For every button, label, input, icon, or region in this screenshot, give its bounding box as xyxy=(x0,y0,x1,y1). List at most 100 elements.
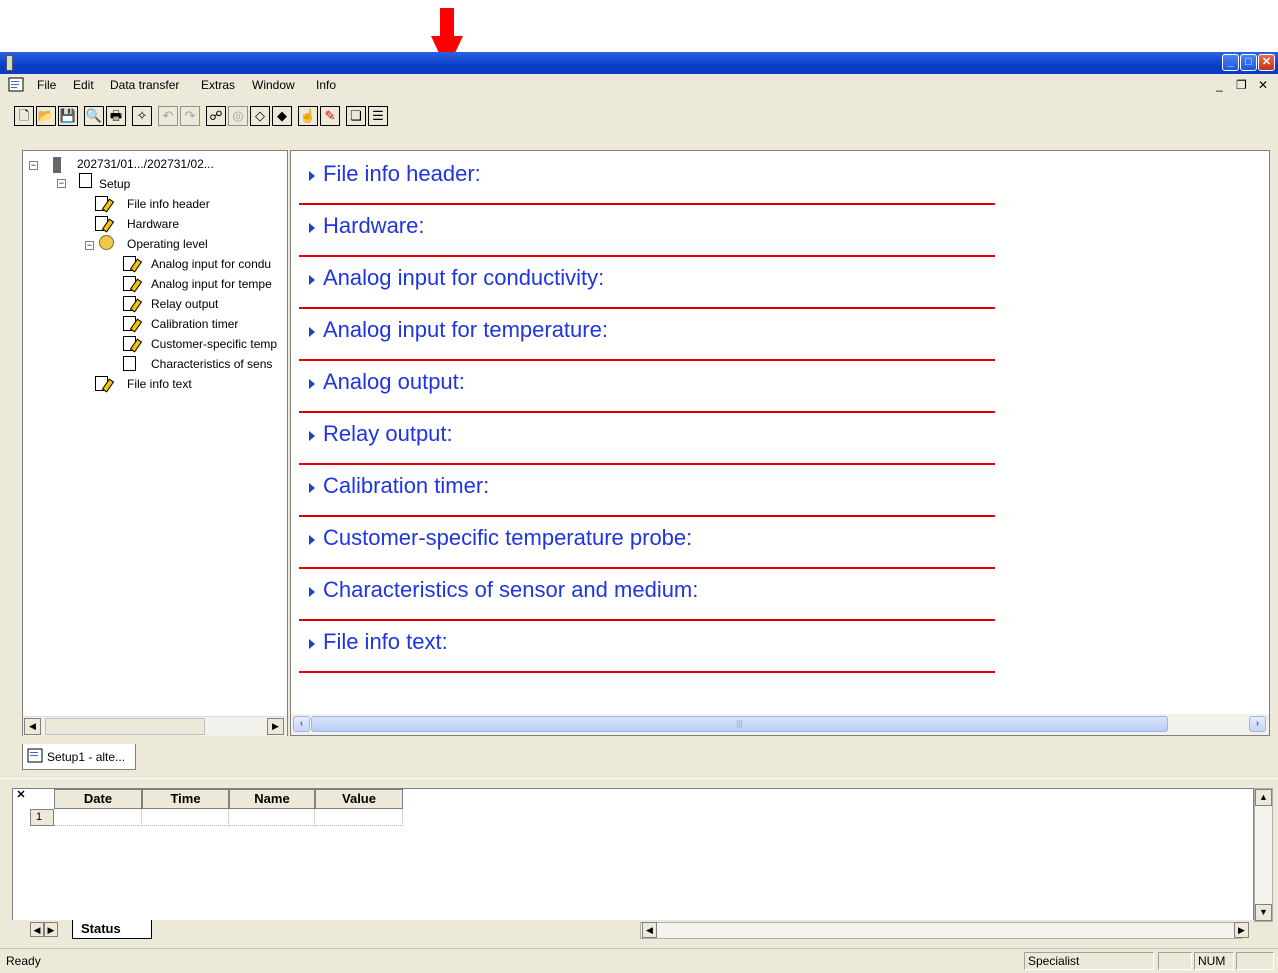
scroll-right-arrow-icon[interactable]: ▶ xyxy=(1234,922,1249,938)
section-relay-output[interactable]: Relay output: xyxy=(299,411,995,465)
section-analog-input-temperature[interactable]: Analog input for temperature: xyxy=(299,307,995,361)
table-cell[interactable] xyxy=(142,809,229,826)
menu-extras[interactable]: Extras xyxy=(201,78,235,92)
scroll-thumb[interactable]: ||| xyxy=(311,716,1168,732)
scroll-left-arrow-icon[interactable]: ‹ xyxy=(293,716,310,732)
tab-scroll-right-icon[interactable]: ▶ xyxy=(44,922,58,937)
transfer-from-device-icon[interactable]: ◆ xyxy=(272,106,292,126)
section-label: Calibration timer: xyxy=(323,473,490,498)
section-customer-specific-temp-probe[interactable]: Customer-specific temperature probe: xyxy=(299,515,995,569)
tree-item-customer-specific-temp[interactable]: Customer-specific temp xyxy=(151,337,277,351)
menu-info[interactable]: Info xyxy=(316,78,336,92)
section-characteristics-sensor-medium[interactable]: Characteristics of sensor and medium: xyxy=(299,567,995,621)
scroll-thumb[interactable] xyxy=(45,718,205,735)
triangle-bullet-icon xyxy=(309,483,315,493)
new-icon[interactable]: 🗋 xyxy=(14,106,34,126)
transfer-to-device-icon[interactable]: ◇ xyxy=(250,106,270,126)
section-hardware[interactable]: Hardware: xyxy=(299,203,995,257)
scroll-left-arrow-icon[interactable]: ◀ xyxy=(24,718,41,735)
redo-icon[interactable]: ↷ xyxy=(180,106,200,126)
toolbar: 🗋 📂 💾 🔍 🖶 ✧ ↶ ↷ ☍ ◎ ◇ ◆ ☝ ✎ ❏ ☰ xyxy=(0,96,1278,139)
section-calibration-timer[interactable]: Calibration timer: xyxy=(299,463,995,517)
content-horizontal-scrollbar[interactable]: ‹ ||| › xyxy=(291,714,1269,735)
edit-doc-icon xyxy=(95,216,115,233)
scroll-right-arrow-icon[interactable]: › xyxy=(1249,716,1266,732)
wizard-icon[interactable]: ✧ xyxy=(132,106,152,126)
print-preview-icon[interactable]: 🔍 xyxy=(84,106,104,126)
open-icon[interactable]: 📂 xyxy=(36,106,56,126)
connection-icon[interactable]: ☍ xyxy=(206,106,226,126)
section-analog-input-conductivity[interactable]: Analog input for conductivity: xyxy=(299,255,995,309)
menu-file[interactable]: File xyxy=(37,78,56,92)
device-icon xyxy=(53,157,61,173)
hand-icon[interactable]: ☝ xyxy=(298,106,318,126)
tab-scroll-left-icon[interactable]: ◀ xyxy=(30,922,44,937)
tree-horizontal-scrollbar[interactable]: ◀ ▶ xyxy=(23,716,287,736)
column-header-time[interactable]: Time xyxy=(142,789,229,809)
tree-item-analog-input-temperature[interactable]: Analog input for tempe xyxy=(151,277,272,291)
tree-collapse-operating-level[interactable]: − xyxy=(85,241,94,250)
sheet-horizontal-scrollbar[interactable] xyxy=(640,922,1242,939)
setup-tree[interactable]: − 202731/01.../202731/02... − Setup File… xyxy=(22,150,288,736)
menu-edit[interactable]: Edit xyxy=(73,78,94,92)
table-cell[interactable] xyxy=(315,809,403,826)
tile-windows-icon[interactable]: ☰ xyxy=(368,106,388,126)
tree-item-setup[interactable]: Setup xyxy=(99,177,130,191)
status-pane-empty xyxy=(1236,952,1274,970)
tree-collapse-setup[interactable]: − xyxy=(57,179,66,188)
tree-item-calibration-timer[interactable]: Calibration timer xyxy=(151,317,238,331)
tree-item-operating-level[interactable]: Operating level xyxy=(127,237,208,251)
tree-item-characteristics[interactable]: Characteristics of sens xyxy=(151,357,272,371)
menu-data-transfer[interactable]: Data transfer xyxy=(110,78,179,92)
scroll-left-arrow-icon[interactable]: ◀ xyxy=(642,922,657,938)
column-header-value[interactable]: Value xyxy=(315,789,403,809)
scroll-down-arrow-icon[interactable]: ▼ xyxy=(1255,904,1272,921)
section-label: Relay output: xyxy=(323,421,453,446)
mdi-restore-button[interactable]: ❐ xyxy=(1236,78,1247,92)
pencil-icon[interactable]: ✎ xyxy=(320,106,340,126)
status-table[interactable]: ✕ Date Time Name Value 1 xyxy=(12,788,1254,922)
triangle-bullet-icon xyxy=(309,639,315,649)
tree-item-analog-input-conductivity[interactable]: Analog input for condu xyxy=(151,257,271,271)
tab-setup-document[interactable]: Setup1 - alte... xyxy=(22,744,136,770)
mdi-close-button[interactable]: ✕ xyxy=(1258,78,1268,92)
section-label: Analog output: xyxy=(323,369,465,394)
section-file-info-text[interactable]: File info text: xyxy=(299,619,995,673)
mdi-minimize-button[interactable]: _ xyxy=(1216,78,1223,92)
tree-item-hardware[interactable]: Hardware xyxy=(127,217,179,231)
undo-icon[interactable]: ↶ xyxy=(158,106,178,126)
minimize-button[interactable]: _ xyxy=(1222,54,1239,71)
status-vertical-scrollbar[interactable]: ▲ ▼ xyxy=(1254,788,1273,922)
table-cell[interactable] xyxy=(54,809,142,826)
triangle-bullet-icon xyxy=(309,431,315,441)
save-icon[interactable]: 💾 xyxy=(58,106,78,126)
print-icon[interactable]: 🖶 xyxy=(106,106,126,126)
tree-collapse-root[interactable]: − xyxy=(29,161,38,170)
scroll-up-arrow-icon[interactable]: ▲ xyxy=(1255,789,1272,806)
scroll-right-arrow-icon[interactable]: ▶ xyxy=(267,718,284,735)
tree-root-label[interactable]: 202731/01.../202731/02... xyxy=(77,157,214,171)
status-text: Ready xyxy=(6,954,41,968)
device-icon[interactable]: ◎ xyxy=(228,106,248,126)
section-file-info-header[interactable]: File info header: xyxy=(299,151,995,205)
cascade-windows-icon[interactable]: ❏ xyxy=(346,106,366,126)
column-header-name[interactable]: Name xyxy=(229,789,315,809)
maximize-button[interactable]: □ xyxy=(1240,54,1257,71)
menu-window[interactable]: Window xyxy=(252,78,295,92)
document-app-icon xyxy=(27,748,43,763)
section-analog-output[interactable]: Analog output: xyxy=(299,359,995,413)
column-header-date[interactable]: Date xyxy=(54,789,142,809)
document-app-icon[interactable] xyxy=(8,77,26,93)
setup-content-pane[interactable]: File info header: Hardware: Analog input… xyxy=(290,150,1270,736)
tree-item-file-info-text[interactable]: File info text xyxy=(127,377,192,391)
tree-item-file-info-header[interactable]: File info header xyxy=(127,197,210,211)
tab-status[interactable]: Status xyxy=(72,920,152,939)
table-cell[interactable] xyxy=(229,809,315,826)
section-label: Customer-specific temperature probe: xyxy=(323,525,693,550)
status-bar: Ready Specialist NUM xyxy=(0,948,1278,973)
close-icon[interactable]: ✕ xyxy=(13,789,29,803)
close-button[interactable]: ✕ xyxy=(1258,54,1275,71)
triangle-bullet-icon xyxy=(309,171,315,181)
tree-item-relay-output[interactable]: Relay output xyxy=(151,297,218,311)
tab-label: Setup1 - alte... xyxy=(47,750,126,764)
